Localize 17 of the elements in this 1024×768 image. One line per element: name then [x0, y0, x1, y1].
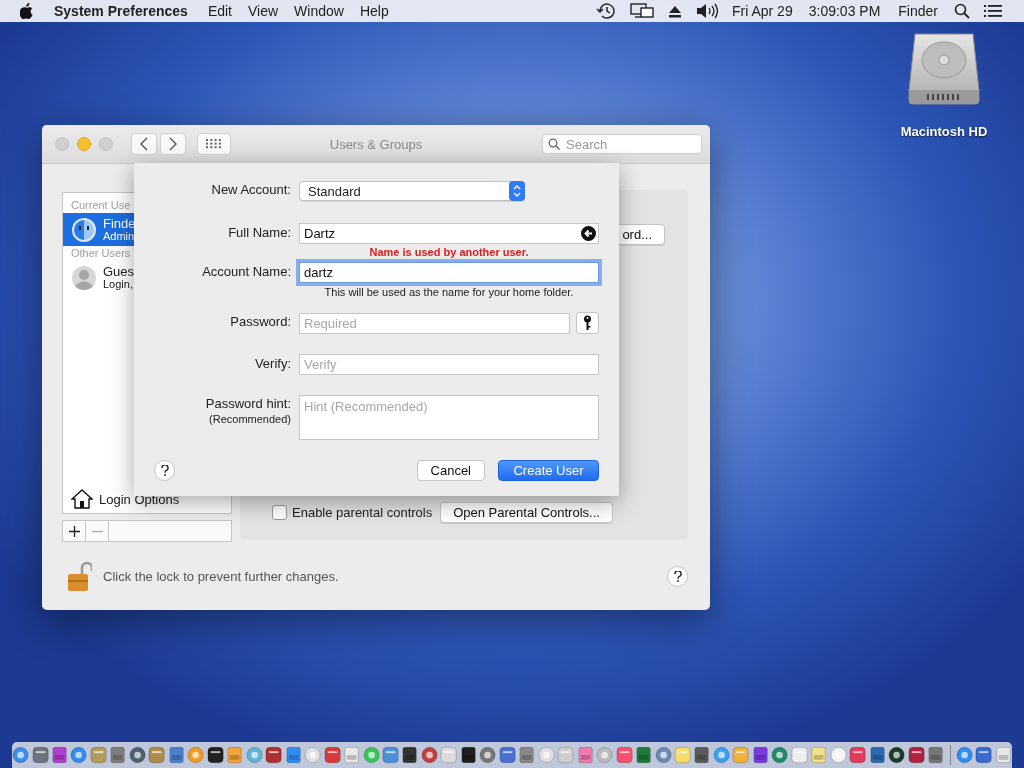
- field-sublabel: (Recommended): [209, 412, 291, 426]
- window-title: Users & Groups: [328, 136, 424, 152]
- lock-message: Click the lock to prevent further changes.: [103, 568, 339, 584]
- field-label: New Account:: [211, 182, 291, 198]
- field-label: Verify:: [254, 356, 291, 372]
- field-note: This will be used as the name for your home folder.: [323, 286, 575, 299]
- field-label: Password:: [230, 314, 291, 330]
- user-name: Finde: [103, 216, 136, 230]
- field-label: Full Name:: [228, 225, 291, 241]
- user-role: Admin: [103, 229, 136, 243]
- user-name: Gues: [103, 264, 135, 278]
- field-label: Password hint:: [205, 396, 291, 412]
- user-role: Login,: [103, 277, 134, 291]
- error-message: Name is used by another user.: [368, 245, 530, 260]
- section-header: Other Users: [70, 246, 132, 261]
- field-label: Account Name:: [202, 264, 291, 280]
- section-header: Current Use: [70, 198, 132, 213]
